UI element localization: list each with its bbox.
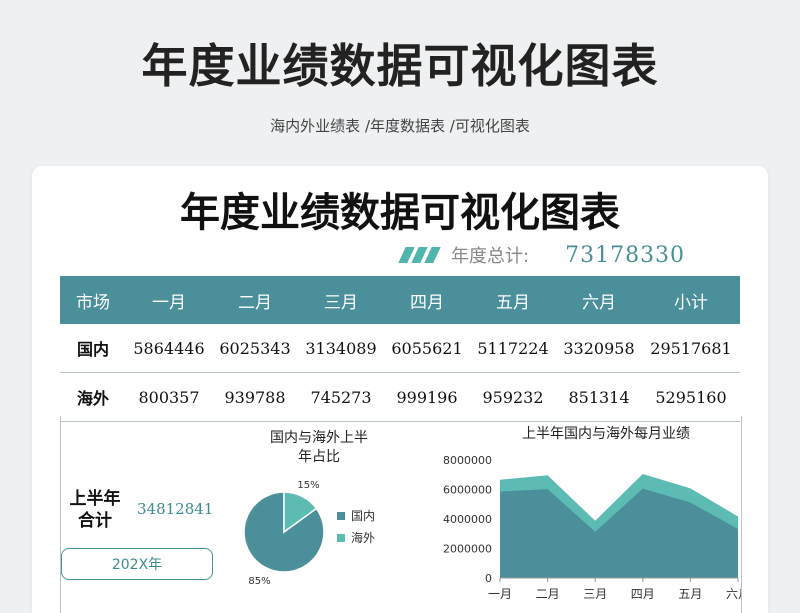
share-pie-chart: 国内与海外上半年占比 85% 15% 国内海外	[243, 430, 375, 587]
table-cell: 999196	[384, 372, 470, 422]
pie-value-label: 15%	[297, 480, 319, 491]
table-cell: 851314	[556, 372, 642, 422]
table-cell: 5117224	[470, 324, 556, 373]
card-title: 年度业绩数据可视化图表	[180, 189, 620, 236]
column-header: 四月	[384, 276, 470, 324]
row-label: 国内	[60, 324, 126, 373]
pie-title: 年占比	[298, 449, 340, 465]
y-tick-label: 6000000	[443, 484, 492, 497]
x-tick-label: 六月	[726, 587, 741, 601]
sales-table: 市场 一月 二月 三月 四月 五月 六月 小计 国内 5864446 60253…	[60, 276, 740, 422]
x-tick-label: 二月	[536, 587, 560, 601]
half-year-label: 上半年合计	[69, 489, 121, 531]
table-cell: 3134089	[298, 324, 384, 373]
x-tick-label: 三月	[583, 587, 607, 601]
table-row-overseas: 海外 800357 939788 745273 999196 959232 85…	[60, 372, 740, 422]
stripe-decoration-icon	[398, 247, 441, 263]
x-tick-label: 一月	[488, 587, 512, 601]
pie-value-label: 85%	[248, 576, 270, 587]
row-label: 海外	[60, 372, 126, 422]
table-cell: 29517681	[642, 324, 740, 373]
legend-label: 国内	[351, 509, 375, 523]
total-label: 年度总计:	[451, 246, 530, 267]
report-card: 年度业绩数据可视化图表 年度总计: 73178330 市场 一月 二月 三月 四…	[32, 166, 768, 613]
column-header: 小计	[642, 276, 740, 324]
year-select-button[interactable]: 202X年	[61, 548, 213, 580]
column-header: 三月	[298, 276, 384, 324]
area-title: 上半年国内与海外每月业绩	[522, 426, 690, 442]
column-header: 五月	[470, 276, 556, 324]
pie-title: 国内与海外上半	[270, 430, 368, 446]
total-value: 73178330	[565, 242, 686, 268]
charts-section: 上半年合计 34812841 202X年 国内与海外上半 年占比 85% 15% 国内海…	[60, 416, 742, 613]
y-tick-label: 0	[485, 572, 492, 585]
table-row-domestic: 国内 5864446 6025343 3134089 6055621 51172…	[60, 324, 740, 373]
legend-swatch	[337, 512, 345, 520]
x-tick-label: 五月	[678, 587, 702, 601]
table-cell: 6055621	[384, 324, 470, 373]
page-title: 年度业绩数据可视化图表	[141, 39, 659, 93]
page-subtitle: 海内外业绩表 /年度数据表 /可视化图表	[270, 117, 530, 135]
table-cell: 800357	[126, 372, 212, 422]
table-cell: 939788	[212, 372, 298, 422]
y-tick-label: 4000000	[443, 513, 492, 526]
legend-swatch	[337, 534, 345, 542]
y-tick-label: 8000000	[443, 454, 492, 467]
table-cell: 745273	[298, 372, 384, 422]
half-year-value: 34812841	[137, 500, 214, 518]
column-header: 二月	[212, 276, 298, 324]
annual-total: 年度总计: 73178330	[398, 240, 686, 270]
table-cell: 3320958	[556, 324, 642, 373]
table-cell: 5864446	[126, 324, 212, 373]
monthly-area-chart: 上半年国内与海外每月业绩 8000000 6000000 4000000 2000000…	[443, 426, 741, 601]
table-cell: 959232	[470, 372, 556, 422]
y-tick-label: 2000000	[443, 543, 492, 556]
column-header: 六月	[556, 276, 642, 324]
table-cell: 5295160	[642, 372, 740, 422]
table-cell: 6025343	[212, 324, 298, 373]
column-header: 一月	[126, 276, 212, 324]
x-tick-label: 四月	[631, 587, 655, 601]
table-header-row: 市场 一月 二月 三月 四月 五月 六月 小计	[60, 276, 740, 324]
legend-label: 海外	[351, 530, 375, 545]
column-header: 市场	[60, 276, 126, 324]
